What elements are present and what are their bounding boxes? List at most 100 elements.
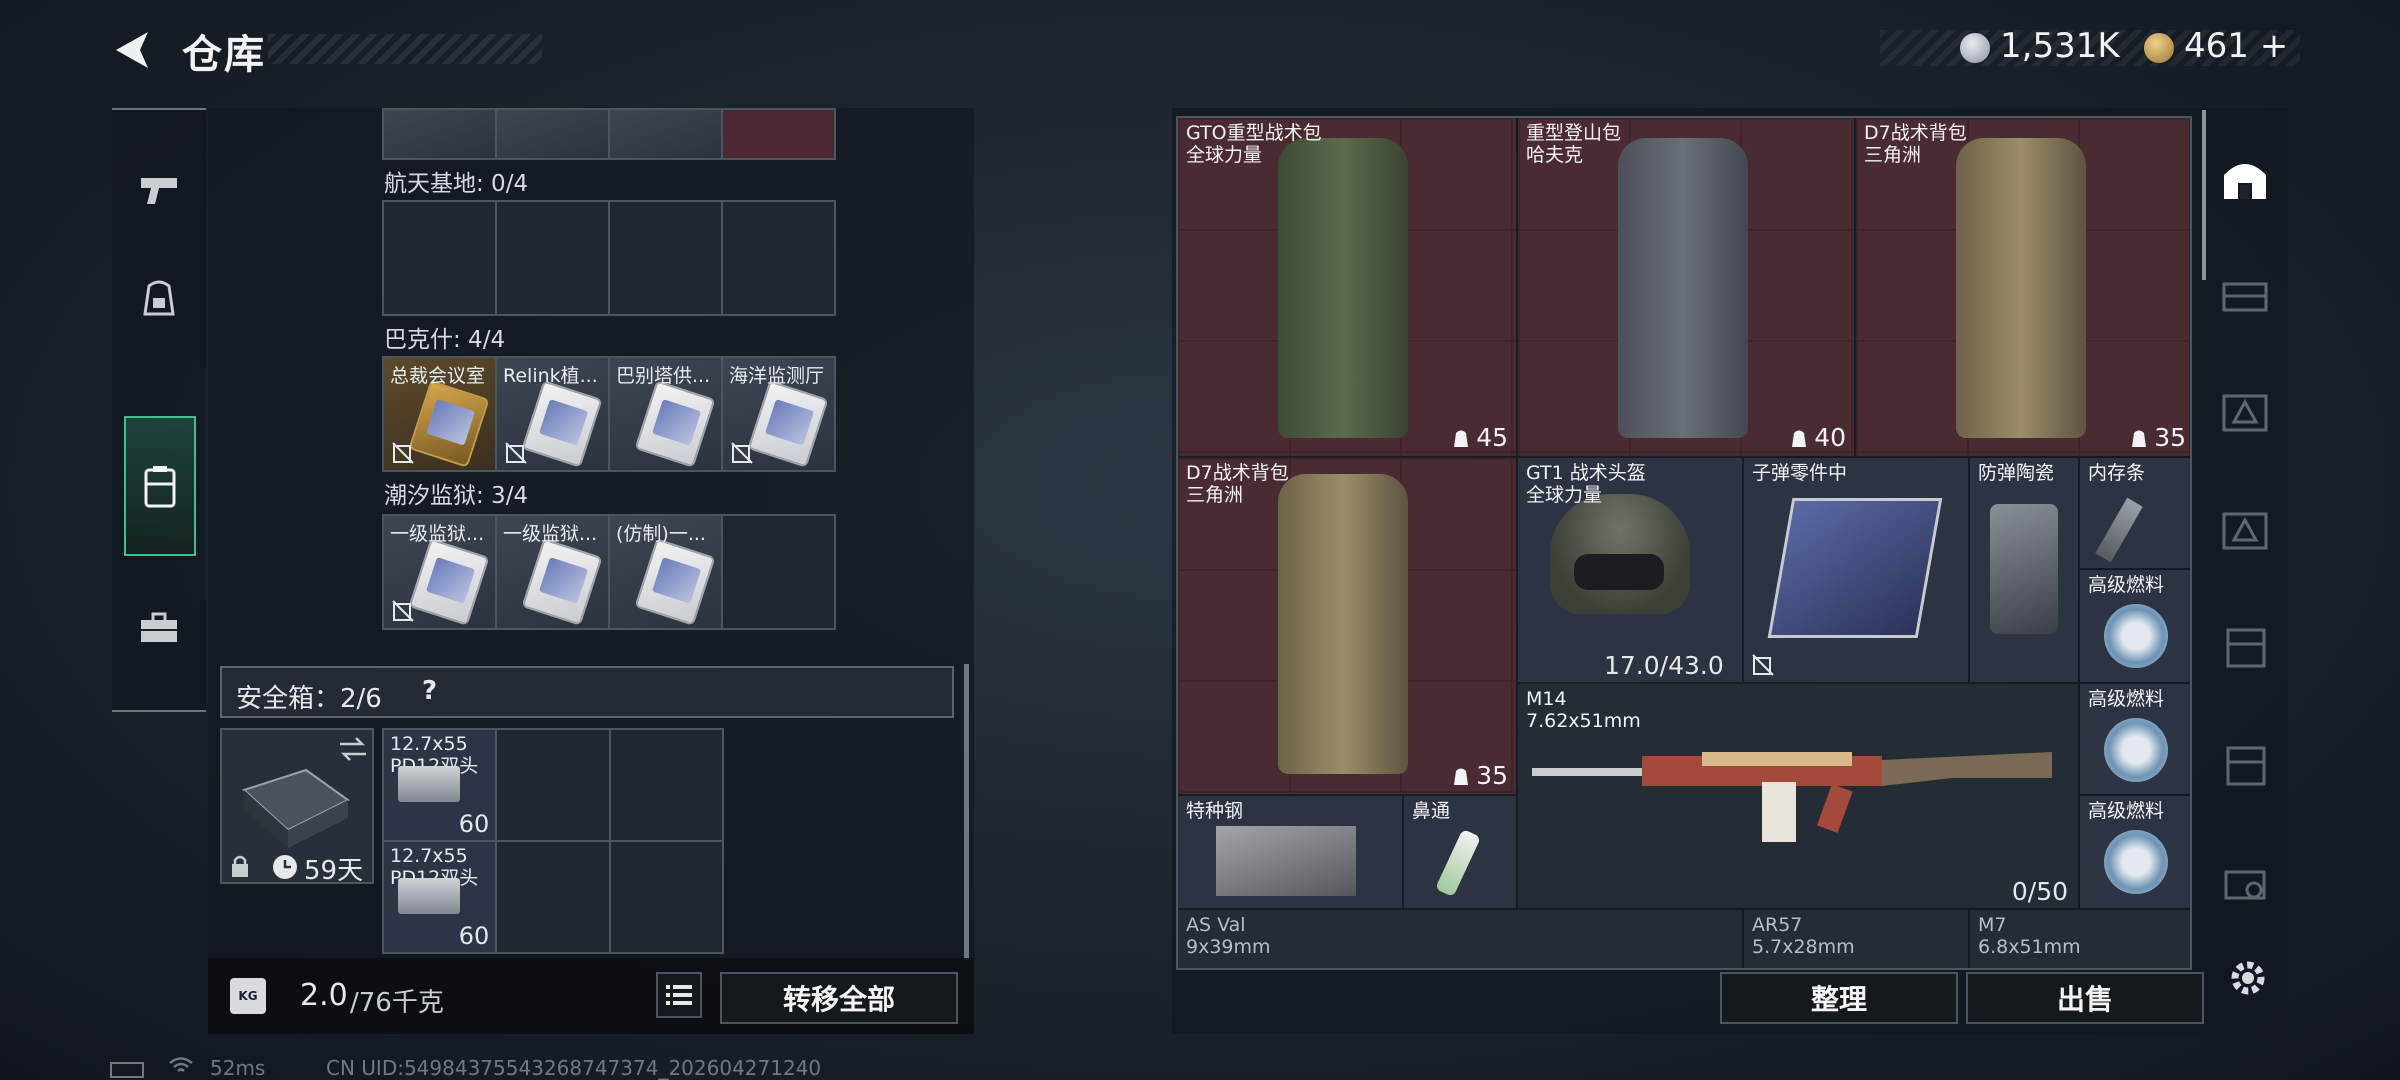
fuel-slot[interactable]: 高级燃料 — [2080, 796, 2190, 908]
keycard-slot[interactable]: 总裁会议室 — [384, 358, 495, 470]
fuel-slot[interactable]: 高级燃料 — [2080, 684, 2190, 794]
empty-slot[interactable] — [723, 202, 834, 314]
safe-case-icon — [242, 768, 350, 848]
capacity-badge: 35 — [2130, 423, 2186, 452]
keycard-name: 海洋监测厅 — [729, 365, 825, 387]
keycard-slot[interactable]: 一级监狱... — [384, 516, 495, 628]
bullet-parts-slot[interactable]: 子弹零件中 — [1744, 458, 1968, 682]
ammo-slot[interactable]: 12.7x55 PD12双头 60 — [384, 730, 496, 840]
ceramic-plate-name: 防弹陶瓷 — [1978, 462, 2055, 484]
storage-tab-2[interactable] — [2202, 242, 2288, 346]
backpack-slot[interactable]: GTO重型战术包 全球力量 45 — [1178, 118, 1516, 456]
weapon-name: AR57 5.7x28mm — [1752, 914, 1855, 958]
page-title: 仓库 — [182, 32, 266, 78]
weight-kg-icon: KG — [230, 978, 266, 1014]
weapon-slot-asval[interactable]: AS Val 9x39mm — [1178, 910, 1742, 968]
rail-item-tools[interactable] — [112, 580, 206, 676]
keycard-name: 巴别塔供... — [616, 365, 711, 387]
rifle-name: M14 7.62x51mm — [1526, 688, 1641, 732]
capacity-badge: 45 — [1452, 423, 1508, 452]
safe-case-slot[interactable]: 59天 — [220, 728, 374, 886]
storage-tab-5[interactable] — [2202, 596, 2288, 700]
gold-coin-icon — [2144, 33, 2174, 63]
case-icon — [144, 466, 176, 508]
steel-slot[interactable]: 特种钢 — [1178, 796, 1402, 908]
keycard-slot[interactable]: Relink植... — [497, 358, 608, 470]
section-label-bakesh: 巴克什: 4/4 — [384, 327, 506, 353]
empty-slot[interactable] — [610, 730, 722, 840]
ceramic-plate-slot[interactable]: 防弹陶瓷 — [1970, 458, 2078, 682]
cabinet-icon — [2226, 628, 2266, 668]
empty-slot[interactable] — [610, 842, 722, 952]
empty-slot[interactable] — [610, 202, 721, 314]
collection-slot[interactable] — [384, 110, 495, 158]
storage-tab-6[interactable] — [2202, 714, 2288, 818]
sell-button[interactable]: 出售 — [1966, 972, 2204, 1024]
fuel-slot[interactable]: 高级燃料 — [2080, 570, 2190, 682]
list-view-button[interactable] — [656, 972, 702, 1018]
backpack-slot[interactable]: D7战术背包 三角洲 35 — [1856, 118, 2190, 456]
swap-icon[interactable] — [338, 736, 368, 762]
backpack-icon — [143, 280, 175, 316]
steel-image — [1216, 826, 1356, 896]
collection-scrollbar[interactable] — [964, 664, 969, 960]
rail-item-gear[interactable] — [112, 250, 206, 346]
weapon-slot-m7[interactable]: M7 6.8x51mm — [1970, 910, 2190, 968]
keycard-slot[interactable]: (仿制)一... — [610, 516, 721, 628]
empty-slot[interactable] — [384, 202, 495, 314]
section-label-tidal-prison: 潮汐监狱: 3/4 — [384, 483, 529, 509]
sort-button[interactable]: 整理 — [1720, 972, 1958, 1024]
safe-days-remaining: 59天 — [304, 856, 364, 886]
empty-slot[interactable] — [497, 730, 609, 840]
ammo-slot[interactable]: 12.7x55 PD12双头 60 — [384, 842, 496, 952]
empty-slot[interactable] — [497, 202, 608, 314]
storage-tab-4[interactable] — [2202, 478, 2288, 582]
empty-slot[interactable] — [497, 842, 609, 952]
user-uid: CN UID:54984375543268747374_202604271240 — [326, 1056, 822, 1080]
helmet-slot[interactable]: GT1 战术头盔 全球力量 17.0/43.0 — [1518, 458, 1742, 682]
no-sell-icon — [392, 442, 414, 464]
backpack-name: D7战术背包 三角洲 — [1864, 122, 1967, 166]
collection-slot[interactable] — [723, 110, 834, 158]
wifi-icon — [168, 1056, 194, 1076]
rail-item-storage[interactable] — [124, 416, 196, 556]
ammo-box-icon — [398, 878, 460, 914]
no-sell-icon — [1752, 654, 1774, 676]
keycard-image — [521, 380, 603, 468]
memory-slot[interactable]: 内存条 — [2080, 458, 2190, 568]
rail-item-weapon[interactable] — [112, 142, 206, 238]
settings-gear-icon[interactable] — [2226, 956, 2270, 1000]
help-icon[interactable]: ? — [422, 676, 437, 706]
backpack-slot[interactable]: D7战术背包 三角洲 35 — [1178, 458, 1516, 794]
fuel-can-image — [2104, 718, 2168, 782]
ammo-count: 60 — [458, 810, 490, 838]
empty-slot[interactable] — [723, 516, 834, 628]
storage-tab-main[interactable] — [2202, 126, 2288, 230]
keycard-slot[interactable]: 巴别塔供... — [610, 358, 721, 470]
memory-name: 内存条 — [2088, 462, 2146, 484]
fuel-name: 高级燃料 — [2088, 800, 2165, 822]
safe-box-grid: 12.7x55 PD12双头 60 12.7x55 PD12双头 60 — [382, 728, 724, 954]
storage-tab-7[interactable] — [2202, 832, 2288, 936]
collection-slot[interactable] — [497, 110, 608, 158]
battery-icon — [110, 1062, 144, 1078]
collection-slot[interactable] — [610, 110, 721, 158]
memory-stick-image — [2095, 497, 2143, 563]
storage-tab-3[interactable] — [2202, 360, 2288, 464]
inventory-grid: GTO重型战术包 全球力量 45 重型登山包 哈夫克 40 D7战术背包 三角洲 35… — [1176, 116, 2192, 970]
keycard-slot[interactable]: 海洋监测厅 — [723, 358, 834, 470]
gold-currency-value[interactable]: 461 + — [2184, 26, 2288, 66]
rifle-slot[interactable]: M14 7.62x51mm 0/50 — [1518, 684, 2078, 908]
nasal-spray-slot[interactable]: 鼻通 — [1404, 796, 1516, 908]
capacity-badge: 35 — [1452, 761, 1508, 790]
collection-grid-bakesh: 总裁会议室 Relink植... 巴别塔供... 海洋监测厅 — [382, 356, 836, 472]
weapon-slot-ar57[interactable]: AR57 5.7x28mm — [1744, 910, 1968, 968]
helmet-durability: 17.0/43.0 — [1604, 651, 1724, 680]
warehouse-icon — [2224, 164, 2266, 199]
back-arrow-icon[interactable] — [110, 28, 154, 72]
backpack-slot[interactable]: 重型登山包 哈夫克 40 — [1518, 118, 1854, 456]
capacity-badge: 40 — [1790, 423, 1846, 452]
transfer-all-button[interactable]: 转移全部 — [720, 972, 958, 1024]
keycard-slot[interactable]: 一级监狱... — [497, 516, 608, 628]
keycard-image — [747, 380, 829, 468]
